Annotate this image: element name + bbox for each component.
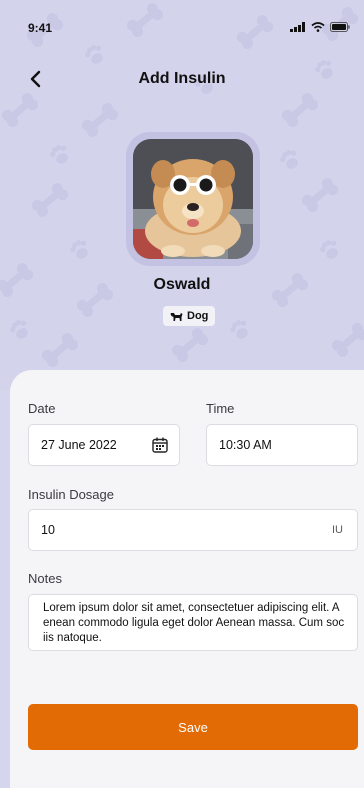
time-label: Time: [206, 401, 235, 416]
page-title: Add Insulin: [138, 70, 226, 87]
save-button[interactable]: Save: [28, 704, 358, 750]
status-time: 9:41: [28, 21, 53, 35]
time-field[interactable]: 10:30 AM: [206, 424, 358, 466]
time-value: 10:30 AM: [219, 438, 272, 452]
date-value: 27 June 2022: [41, 438, 117, 452]
signal-icon: [290, 22, 305, 32]
dosage-label: Insulin Dosage: [28, 487, 114, 502]
notes-field[interactable]: Lorem ipsum dolor sit amet, consectetuer…: [28, 594, 358, 651]
dosage-field[interactable]: 10 IU: [28, 509, 358, 551]
pet-name: Oswald: [153, 276, 211, 293]
pet-photo: [133, 139, 253, 259]
dosage-value: 10: [41, 523, 55, 537]
wifi-icon: [311, 22, 325, 32]
pet-type-badge: Dog: [163, 306, 216, 326]
dosage-unit: IU: [332, 524, 343, 536]
pet-type-label: Dog: [187, 310, 209, 322]
date-field[interactable]: 27 June 2022: [28, 424, 180, 466]
nav-bar: Add Insulin: [0, 60, 364, 96]
date-label: Date: [28, 401, 56, 416]
pet-avatar: [133, 139, 253, 259]
notes-label: Notes: [28, 571, 62, 586]
pet-avatar-frame: [126, 132, 260, 266]
calendar-icon[interactable]: [151, 436, 169, 454]
status-bar: 9:41: [0, 0, 364, 40]
battery-icon: [330, 22, 350, 32]
status-icons: [290, 22, 350, 32]
dog-icon: [170, 312, 183, 321]
